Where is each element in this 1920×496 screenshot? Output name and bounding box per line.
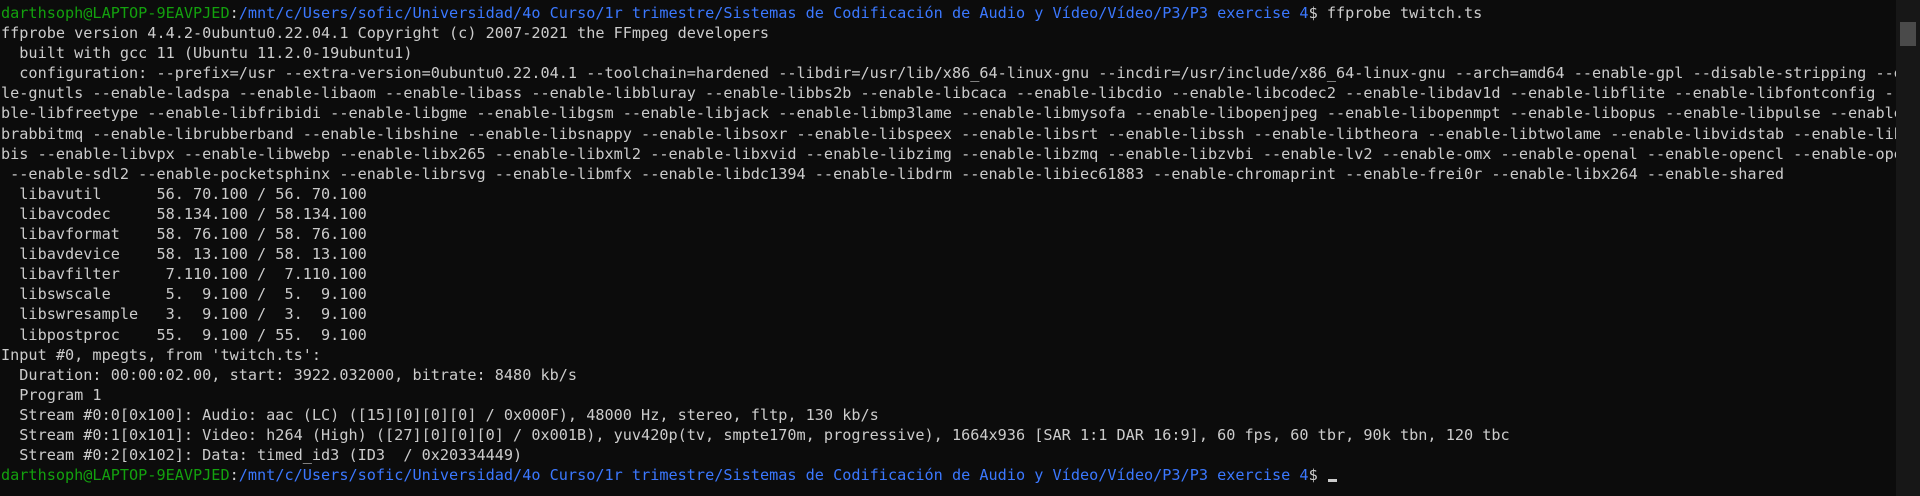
prompt-user-host: darthsoph@LAPTOP-9EAVPJED bbox=[1, 4, 230, 22]
prompt-path: /mnt/c/Users/sofic/Universidad/4o Curso/… bbox=[238, 4, 1309, 22]
output-line: libpostproc 55. 9.100 / 55. 9.100 bbox=[1, 325, 367, 344]
vertical-scrollbar[interactable] bbox=[1896, 0, 1920, 496]
output-line: configuration: --prefix=/usr --extra-ver… bbox=[1, 64, 1897, 83]
output-line: libswresample 3. 9.100 / 3. 9.100 bbox=[1, 305, 367, 324]
prompt-symbol: $ bbox=[1308, 4, 1327, 22]
output-line: libavfilter 7.110.100 / 7.110.100 bbox=[1, 265, 367, 284]
output-line: Stream #0:2[0x102]: Data: timed_id3 (ID3… bbox=[1, 446, 523, 465]
output-line: libavutil 56. 70.100 / 56. 70.100 bbox=[1, 184, 367, 203]
output-line: libavcodec 58.134.100 / 58.134.100 bbox=[1, 204, 367, 223]
output-line: brabbitmq --enable-librubberband --enabl… bbox=[1, 124, 1897, 143]
output-line: bis --enable-libvpx --enable-libwebp --e… bbox=[1, 144, 1897, 163]
prompt-separator: : bbox=[229, 466, 239, 485]
output-line: Program 1 bbox=[1, 385, 102, 404]
scrollbar-thumb[interactable] bbox=[1900, 22, 1916, 46]
output-line: Stream #0:1[0x101]: Video: h264 (High) (… bbox=[1, 425, 1510, 444]
terminal-output: darthsoph@LAPTOP-9EAVPJED:/mnt/c/Users/s… bbox=[1, 3, 1897, 485]
output-line: ble-libfreetype --enable-libfribidi --en… bbox=[1, 104, 1897, 123]
output-line: built with gcc 11 (Ubuntu 11.2.0-19ubunt… bbox=[1, 44, 413, 63]
prompt-separator: : bbox=[229, 4, 239, 22]
prompt-symbol: $ bbox=[1308, 466, 1327, 485]
output-line: libswscale 5. 9.100 / 5. 9.100 bbox=[1, 285, 367, 304]
output-line: Input #0, mpegts, from 'twitch.ts': bbox=[1, 345, 322, 364]
output-line: Duration: 00:00:02.00, start: 3922.03200… bbox=[1, 365, 578, 384]
terminal-window[interactable]: darthsoph@LAPTOP-9EAVPJED:/mnt/c/Users/s… bbox=[0, 0, 1920, 496]
output-line: Stream #0:0[0x100]: Audio: aac (LC) ([15… bbox=[1, 405, 879, 424]
output-line: ffprobe version 4.4.2-0ubuntu0.22.04.1 C… bbox=[1, 24, 770, 43]
output-line: libavdevice 58. 13.100 / 58. 13.100 bbox=[1, 245, 367, 264]
output-line: le-gnutls --enable-ladspa --enable-libao… bbox=[1, 84, 1897, 103]
output-line: libavformat 58. 76.100 / 58. 76.100 bbox=[1, 225, 367, 244]
cursor-block bbox=[1327, 479, 1337, 483]
prompt-line-current[interactable]: darthsoph@LAPTOP-9EAVPJED:/mnt/c/Users/s… bbox=[1, 465, 1897, 485]
prompt-path: /mnt/c/Users/sofic/Universidad/4o Curso/… bbox=[238, 466, 1309, 485]
prompt-line: darthsoph@LAPTOP-9EAVPJED:/mnt/c/Users/s… bbox=[1, 3, 1897, 23]
command-text: ffprobe twitch.ts bbox=[1326, 4, 1483, 22]
output-line: --enable-sdl2 --enable-pocketsphinx --en… bbox=[1, 164, 1785, 183]
prompt-user-host: darthsoph@LAPTOP-9EAVPJED bbox=[1, 466, 230, 485]
